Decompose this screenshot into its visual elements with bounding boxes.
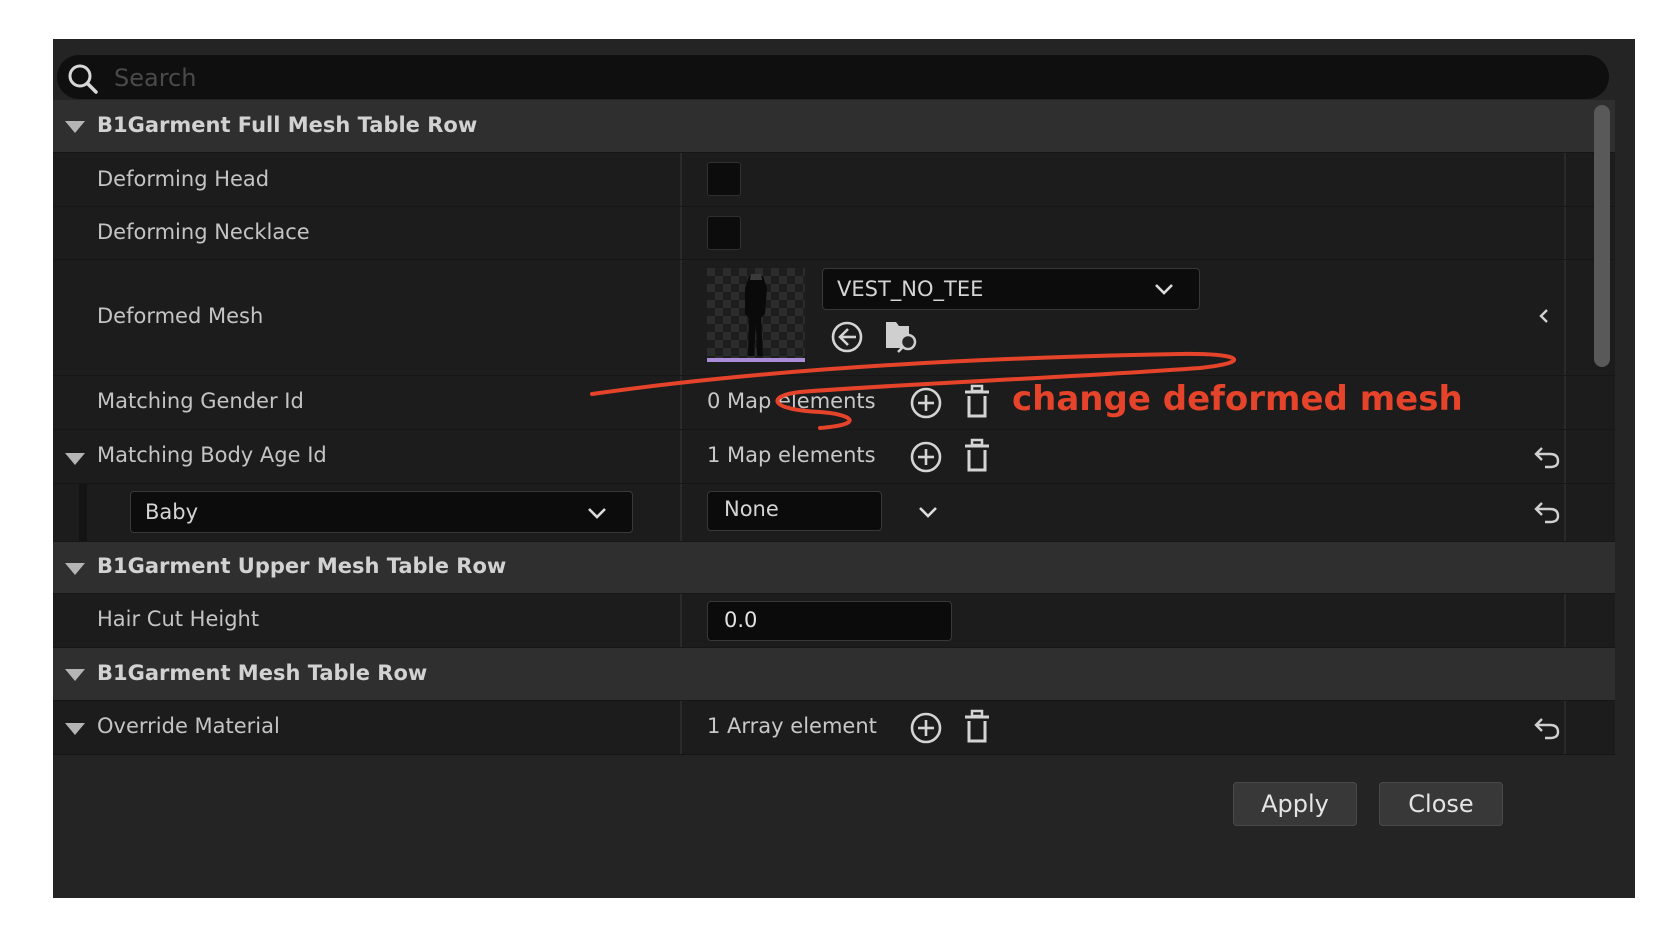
- annotation-scribble: [590, 351, 1237, 430]
- annotation-text: change deformed mesh: [1012, 379, 1463, 419]
